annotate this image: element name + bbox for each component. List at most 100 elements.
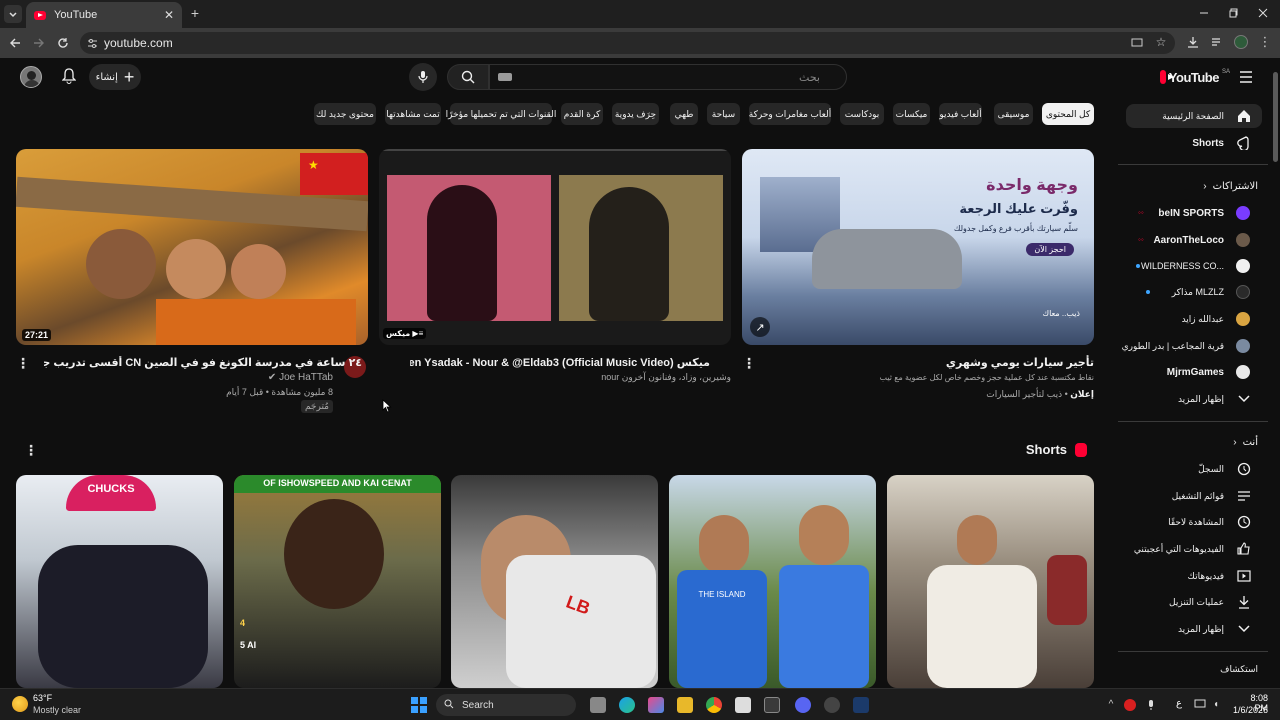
terminal-icon[interactable] [764,697,780,713]
sidebar-item-watch-later[interactable]: المشاهدة لاحقًا [1126,510,1262,534]
profile-avatar[interactable] [1234,35,1248,49]
chip-cooking[interactable]: طهي [670,103,698,125]
ad-title[interactable]: تأجير سيارات يومي وشهري [946,356,1094,369]
subscription-bein-sports[interactable]: ◦◦ beIN SPORTS [1126,201,1262,225]
tab-youtube[interactable]: YouTube ✕ [26,2,182,28]
chip-video-games[interactable]: ألعاب فيديو [939,103,982,125]
search-input[interactable]: بحث [489,64,847,90]
subscription-wilderness[interactable]: WILDERNESS CO... [1126,254,1262,278]
open-link-icon[interactable]: ↗ [750,317,770,337]
app-icon[interactable] [824,697,840,713]
network-icon[interactable] [1194,698,1206,710]
ad-cta-button[interactable]: احجز الآن [1026,243,1074,256]
subscription-aarontheloco[interactable]: ◦◦ AaronTheLoco [1126,228,1262,252]
close-tab-icon[interactable]: ✕ [164,8,174,22]
sidebar-item-liked-videos[interactable]: الفيديوهات التي أعجبتني [1126,537,1262,561]
shirt-image [779,565,869,688]
keyboard-icon[interactable] [498,73,512,81]
chip-mixes[interactable]: ميكسات [893,103,930,125]
file-explorer-icon[interactable] [677,697,693,713]
copilot-icon[interactable] [648,697,664,713]
chip-crafts[interactable]: حِرَف يدوية [612,103,659,125]
subscriptions-show-more[interactable]: إظهار المزيد [1126,387,1262,411]
chip-action-adventure[interactable]: ألعاب مغامرات وحركة [749,103,831,125]
subscriptions-header[interactable]: › الاشتراكات [1203,181,1258,192]
short-card[interactable]: OF ISHOWSPEED AND KAI CENAT 4 5 AI [234,475,441,688]
new-tab-icon[interactable]: + [188,5,202,21]
chip-all[interactable]: كل المحتوى [1042,103,1094,125]
short-card[interactable] [887,475,1094,688]
chip-podcasts[interactable]: بودكاست [840,103,884,125]
short-card[interactable]: THE ISLAND [669,475,876,688]
shorts-options-icon[interactable]: ⋮ [24,442,38,458]
subscription-almajaeb[interactable]: قرية المجاعب | بدر الطوري [1122,334,1262,358]
video-thumbnail-mix[interactable]: ميكس ▶≡ [379,149,731,345]
close-window-icon[interactable] [1257,7,1269,19]
reload-icon[interactable] [56,36,70,50]
browser-menu-icon[interactable]: ⋮ [1258,34,1272,49]
chip-recently-uploaded[interactable]: القنوات التي تم تحميلها مؤخرًا [446,103,556,125]
taskbar-search[interactable]: Search [436,694,576,716]
weather-temp[interactable]: 63°F [33,693,52,703]
minimize-icon[interactable] [1198,7,1210,19]
video-options-icon-2[interactable]: ⋮ [742,355,756,371]
subscription-mlzlz[interactable]: مذاكر MLZLZ [1126,280,1262,304]
sidebar-item-home[interactable]: الصفحة الرئيسية [1126,104,1262,128]
sidebar-item-playlists[interactable]: قوائم التشغيل [1126,484,1262,508]
sidebar-item-history[interactable]: السجلّ [1126,457,1262,481]
chrome-icon[interactable] [706,697,722,713]
ad-thumbnail[interactable]: وجهة واحدة وفّرت عليك الرجعة سلّم سيارتك… [742,149,1094,345]
channel-avatar [1236,233,1250,247]
chip-tourism[interactable]: سياحة [707,103,740,125]
shirt-text: THE ISLAND [677,570,767,688]
steam-icon[interactable] [853,697,869,713]
cast-icon[interactable] [1131,37,1143,49]
short-card[interactable]: LB [451,475,658,688]
create-button[interactable]: إنشاء + [89,64,141,90]
you-show-more[interactable]: إظهار المزيد [1126,617,1262,641]
notifications-bell-icon[interactable] [61,68,77,84]
sidebar-item-downloads[interactable]: عمليات التنزيل [1126,590,1262,614]
channel-name[interactable]: Joe HaTTab ✔ [268,372,333,383]
input-language[interactable]: ع [1176,698,1182,709]
tab-list-icon[interactable] [4,5,22,23]
restore-icon[interactable] [1228,7,1240,19]
media-controls-icon[interactable] [1210,35,1224,49]
downloads-icon[interactable] [1186,35,1200,49]
address-bar[interactable]: youtube.com ☆ [80,32,1175,54]
search-button[interactable] [447,64,489,90]
volume-icon[interactable]: ◖ [1210,698,1222,710]
page-scrollbar[interactable] [1271,60,1280,688]
edge-icon[interactable] [619,697,635,713]
video-title-mix[interactable]: ميكس Meen Ysadak - Nour & @Eldab3 (Offic… [410,356,710,369]
video-title[interactable]: ٢٤ ساعة في مدرسة الكونغ فو في الصين CN أ… [44,356,362,369]
video-thumbnail-kungfu[interactable]: ★ 27:21 [16,149,368,345]
tray-microphone-icon[interactable] [1145,698,1157,712]
chip-football[interactable]: كرة القدم [561,103,603,125]
account-avatar[interactable] [20,66,42,88]
guide-menu-icon[interactable] [1238,69,1254,85]
chip-music[interactable]: موسيقى [994,103,1033,125]
scrollbar-thumb[interactable] [1273,72,1278,162]
task-view-icon[interactable] [590,697,606,713]
site-info-icon[interactable] [86,37,98,49]
voice-search-button[interactable] [409,63,437,91]
back-icon[interactable] [8,36,22,50]
store-icon[interactable] [735,697,751,713]
chip-watched[interactable]: تمت مشاهدتها [385,103,441,125]
discord-icon[interactable] [795,697,811,713]
video-options-icon[interactable]: ⋮ [16,355,30,371]
youtube-logo[interactable]: YouTube SA [1160,69,1230,85]
tray-app-icon[interactable] [1124,699,1136,711]
sidebar-item-your-videos[interactable]: فيديوهاتك [1126,564,1262,588]
sidebar-item-shorts[interactable]: Shorts [1126,131,1262,155]
tray-chevron-icon[interactable]: ^ [1105,697,1117,711]
short-card[interactable]: CHUCKS [16,475,223,688]
you-header[interactable]: › أنت [1233,437,1258,448]
start-windows-icon[interactable] [411,697,427,713]
subscription-abdullah-zayed[interactable]: عبدالله زايد [1126,307,1262,331]
forward-icon[interactable] [32,36,46,50]
bookmark-star-icon[interactable]: ☆ [1155,35,1167,49]
chip-new-for-you[interactable]: محتوى جديد لك [314,103,376,125]
subscription-mjrmgames[interactable]: MjrmGames [1126,360,1262,384]
